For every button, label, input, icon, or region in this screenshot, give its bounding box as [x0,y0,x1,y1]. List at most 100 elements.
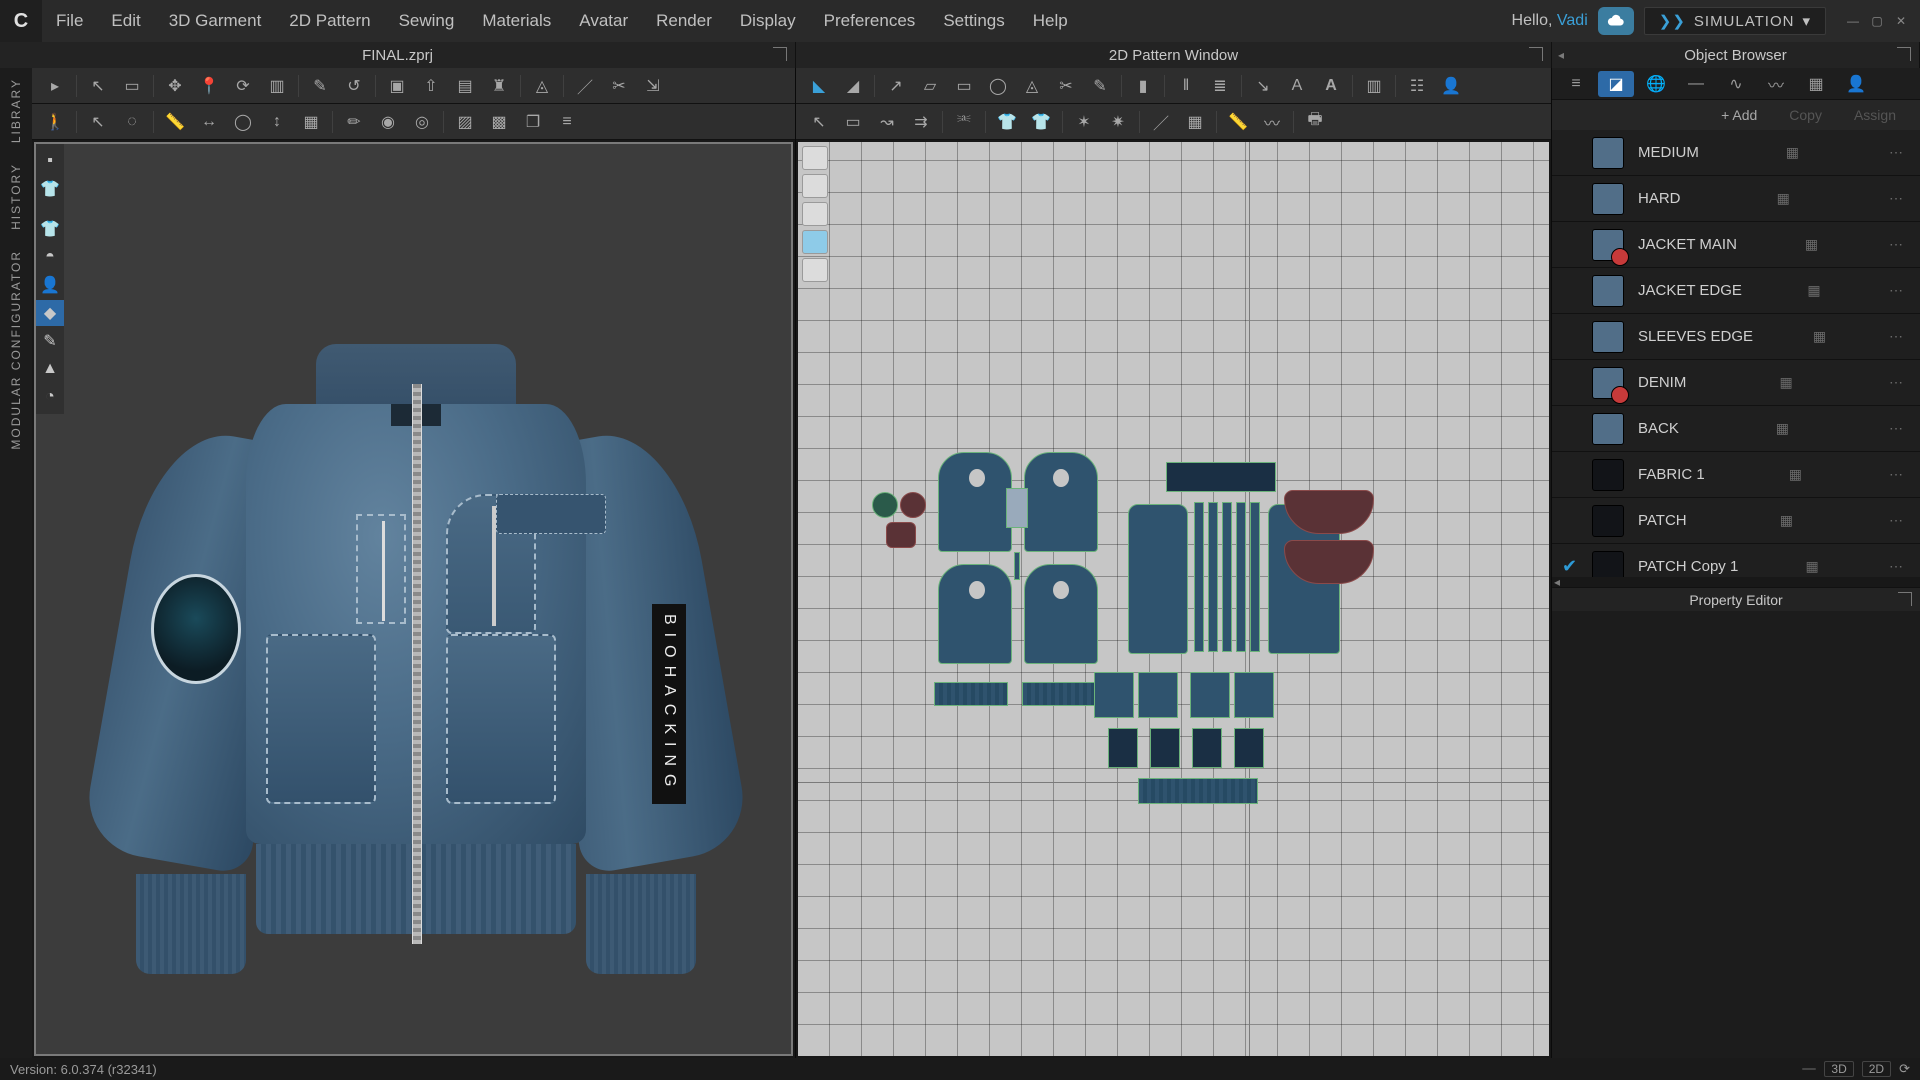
texture-tile-icon[interactable]: ▦ [1802,557,1822,577]
pattern-tab[interactable] [1192,728,1222,768]
minimize-icon[interactable]: — [1844,12,1862,30]
menu-avatar[interactable]: Avatar [565,0,642,42]
texture-tile-icon[interactable]: ▦ [1776,373,1796,393]
show-internal-icon[interactable]: ✎ [36,328,64,354]
pattern-hem[interactable] [1138,778,1258,804]
fabric-swatch-icon[interactable] [1592,321,1624,353]
menu-preferences[interactable]: Preferences [810,0,930,42]
select-mesh-icon[interactable]: ↖ [83,108,113,136]
edit-pattern-icon[interactable]: ◣ [804,72,834,100]
pattern-tab[interactable] [1150,728,1180,768]
menu-display[interactable]: Display [726,0,810,42]
fabric-row[interactable]: FABRIC 1▦⋯ [1552,452,1920,498]
pattern-front-panel[interactable] [938,452,1012,552]
edit-curve-icon[interactable]: ✎ [305,72,335,100]
menu-3d-garment[interactable]: 3D Garment [155,0,276,42]
pattern-pocket[interactable] [1234,672,1274,718]
select-sewing-icon[interactable]: ↖ [804,108,834,136]
show-sewing-icon[interactable] [802,146,828,170]
rotate-icon[interactable]: ⟳ [228,72,258,100]
pattern-placket[interactable] [1006,488,1028,528]
greeting-user[interactable]: Vadi [1557,12,1588,29]
internal-polygon-icon[interactable]: ◬ [1017,72,1047,100]
status-box-blank[interactable] [1802,1068,1816,1070]
texture-tile-icon[interactable]: ▦ [1810,327,1830,347]
fabric-row[interactable]: JACKET MAIN▦⋯ [1552,222,1920,268]
simulation-dropdown[interactable]: ❯❯ SIMULATION ▾ [1644,7,1826,35]
property-editor-title-tab[interactable]: Property Editor [1552,587,1920,611]
trace-tool-icon[interactable]: ✎ [1085,72,1115,100]
panel-splitter[interactable]: ◂ [1552,577,1920,587]
fabric-swatch-icon[interactable] [1592,183,1624,215]
pattern-tab[interactable] [1234,728,1264,768]
rectangle-tool-icon[interactable]: ▭ [949,72,979,100]
pattern-cuff[interactable] [1022,682,1096,706]
texture-tile-icon[interactable]: ▦ [1782,143,1802,163]
tape-tool-icon[interactable]: 〰 [1257,108,1287,136]
object-browser-title-tab[interactable]: ◂ Object Browser [1552,42,1920,68]
edit-texture-icon[interactable]: ／ [1146,108,1176,136]
tack-tool-icon[interactable]: ✂ [604,72,634,100]
pattern-measure-icon[interactable]: ▥ [1359,72,1389,100]
tab-topstitch-icon[interactable]: — [1678,71,1714,97]
texture-transform-icon[interactable]: ▦ [1180,108,1210,136]
add-fabric-button[interactable]: Add [1707,104,1771,126]
circumference-icon[interactable]: ◯ [228,108,258,136]
popout-icon[interactable] [1529,47,1543,61]
pattern-strip[interactable] [1250,502,1260,652]
ribbon-library[interactable]: LIBRARY [9,72,23,149]
topstitch-segment-icon[interactable]: 👕 [1026,108,1056,136]
fabric-swatch-icon[interactable] [1592,413,1624,445]
row-menu-icon[interactable]: ⋯ [1886,143,1906,163]
garment-display-icon[interactable]: 👕 [36,176,64,202]
property-editor-body[interactable] [1552,611,1920,1058]
graphic-transform-icon[interactable]: ▩ [484,108,514,136]
pattern-pocket[interactable] [1138,672,1178,718]
tab-pucker-icon[interactable]: 〰 [1758,71,1794,97]
fabric-row[interactable]: JACKET EDGE▦⋯ [1552,268,1920,314]
fold-arrange-icon[interactable]: ▥ [262,72,292,100]
pattern-patch-round[interactable] [872,492,898,518]
menu-edit[interactable]: Edit [97,0,154,42]
show-avatar-icon[interactable]: 👤 [36,272,64,298]
pucker-free-icon[interactable]: ✷ [1103,108,1133,136]
app-logo-icon[interactable]: C [0,0,42,42]
gizmo-icon[interactable]: ✥ [160,72,190,100]
seam-allowance-icon[interactable]: ▮ [1128,72,1158,100]
tab-grading-icon[interactable]: ▦ [1798,71,1834,97]
row-menu-icon[interactable]: ⋯ [1886,511,1906,531]
menu-file[interactable]: File [42,0,97,42]
pattern-strip[interactable] [1222,502,1232,652]
pattern-front-panel[interactable] [1024,452,1098,552]
segment-sewing-icon[interactable]: ▭ [838,108,868,136]
avatar-size-icon[interactable]: 👤 [1436,72,1466,100]
fabric-swatch-icon[interactable] [1592,275,1624,307]
ellipse-tool-icon[interactable]: ◯ [983,72,1013,100]
edit-curve2d-icon[interactable]: ◢ [838,72,868,100]
select-box-icon[interactable]: ▭ [117,72,147,100]
dart-tool-icon[interactable]: ✂ [1051,72,1081,100]
ribbon-history[interactable]: HISTORY [9,157,23,236]
row-menu-icon[interactable]: ⋯ [1886,465,1906,485]
show-arrangement-icon[interactable]: ◓ [36,244,64,270]
row-menu-icon[interactable]: ⋯ [1886,235,1906,255]
row-menu-icon[interactable]: ⋯ [1886,189,1906,209]
pattern-window-title-tab[interactable]: 2D Pattern Window [796,42,1552,68]
fabric-row[interactable]: SLEEVES EDGE▦⋯ [1552,314,1920,360]
maximize-icon[interactable]: ▢ [1868,12,1886,30]
transform-pattern-icon[interactable]: ↗ [881,72,911,100]
cloud-sync-icon[interactable] [1598,7,1634,35]
ruler-tool-icon[interactable]: 📏 [1223,108,1253,136]
thick-texture-icon[interactable]: ▪ [36,148,64,174]
texture-edit-icon[interactable]: ▨ [450,108,480,136]
layer-order-icon[interactable]: ≡ [552,108,582,136]
text-bold-icon[interactable]: A [1316,72,1346,100]
menu-settings[interactable]: Settings [929,0,1018,42]
show-bond-icon[interactable]: ▲ [36,356,64,382]
select-move-icon[interactable]: ↖ [83,72,113,100]
row-menu-icon[interactable]: ⋯ [1886,281,1906,301]
surface-measure-icon[interactable]: ▦ [296,108,326,136]
notch-tool-icon[interactable]: ‖ [1171,72,1201,100]
menu-materials[interactable]: Materials [468,0,565,42]
show-baseline-icon[interactable] [802,202,828,226]
